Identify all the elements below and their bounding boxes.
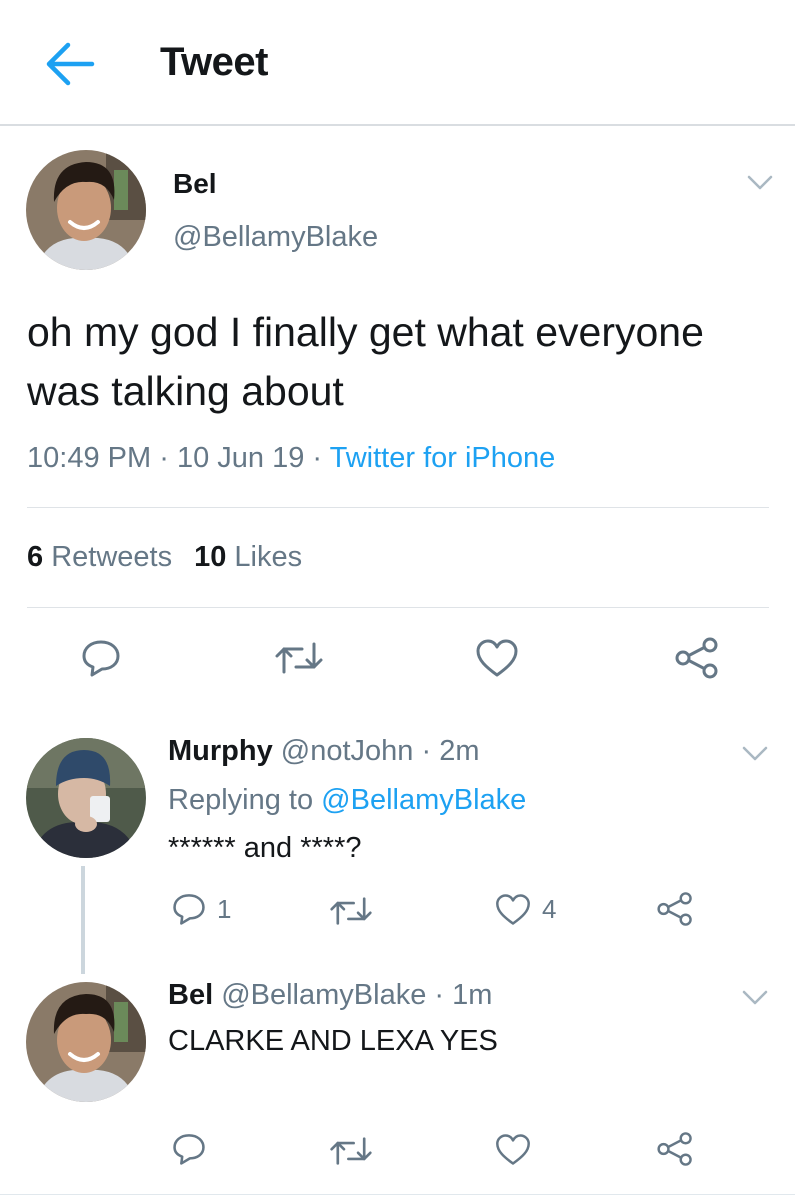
reply-menu-button[interactable]	[742, 990, 768, 1006]
replying-to: Replying to @BellamyBlake	[168, 784, 526, 817]
retweets-count: 6	[27, 541, 44, 573]
likes-count: 10	[194, 541, 227, 573]
share-icon	[657, 1132, 692, 1166]
like-button[interactable]	[494, 1132, 532, 1167]
reply-author-name[interactable]: Murphy	[168, 735, 273, 767]
retweet-button[interactable]	[274, 641, 324, 675]
avatar[interactable]	[26, 982, 146, 1102]
likes-label: Likes	[234, 541, 303, 573]
mention-link[interactable]: @BellamyBlake	[321, 784, 526, 816]
tweet-menu-button[interactable]	[747, 175, 773, 191]
reply-text: CLARKE AND LEXA YES	[168, 1025, 498, 1057]
separator: ·	[312, 442, 323, 474]
author-name[interactable]: Bel	[173, 168, 217, 200]
tweet-date: 10 Jun 19	[176, 442, 305, 474]
tweet-source-link[interactable]: Twitter for iPhone	[330, 442, 556, 474]
share-button[interactable]	[674, 636, 720, 680]
reply-text: ****** and ****?	[168, 832, 362, 864]
share-icon	[675, 637, 718, 679]
reply-button[interactable]: 1	[171, 892, 231, 926]
reply-header: Murphy @notJohn · 2m	[168, 735, 480, 768]
like-count: 4	[542, 894, 557, 924]
likes-stat[interactable]: 10 Likes	[194, 541, 302, 573]
reply-author-handle[interactable]: @notJohn	[281, 735, 414, 767]
page-title: Tweet	[160, 40, 268, 84]
speech-bubble-icon	[173, 1134, 205, 1165]
reply-time: 2m	[439, 735, 480, 767]
retweet-button[interactable]	[329, 896, 373, 926]
divider	[27, 507, 769, 508]
retweet-button[interactable]	[329, 1136, 373, 1166]
tweet-stats: 6 Retweets 10 Likes	[27, 541, 302, 574]
speech-bubble-icon	[173, 894, 205, 925]
heart-icon	[476, 639, 518, 677]
reply-menu-button[interactable]	[742, 746, 768, 762]
user-photo	[26, 150, 146, 270]
reply-button[interactable]	[171, 1132, 207, 1166]
tweet-meta: 10:49 PM · 10 Jun 19 · Twitter for iPhon…	[27, 442, 555, 475]
top-bar: Tweet	[0, 0, 795, 126]
back-button[interactable]	[44, 40, 96, 88]
share-icon	[657, 892, 692, 926]
heart-icon	[496, 894, 530, 925]
chevron-down-icon	[747, 175, 773, 190]
separator: ·	[434, 979, 445, 1011]
speech-bubble-icon	[82, 640, 120, 677]
divider	[0, 1194, 795, 1195]
chevron-down-icon	[742, 746, 768, 761]
like-button[interactable]	[474, 637, 520, 679]
separator: ·	[159, 442, 169, 474]
retweets-label: Retweets	[51, 541, 173, 573]
avatar[interactable]	[26, 150, 146, 270]
reply-author-name[interactable]: Bel	[168, 979, 213, 1011]
share-button[interactable]	[656, 1131, 694, 1167]
author-handle[interactable]: @BellamyBlake	[173, 221, 378, 254]
reply-count: 1	[217, 893, 232, 924]
user-photo	[26, 982, 146, 1102]
retweet-icon	[330, 1137, 372, 1165]
share-button[interactable]	[656, 891, 694, 927]
avatar[interactable]	[26, 738, 146, 858]
user-photo	[26, 738, 146, 858]
reply-header: Bel @BellamyBlake · 1m	[168, 979, 492, 1012]
reply-button[interactable]	[80, 638, 122, 678]
like-button[interactable]: 4	[494, 892, 556, 927]
divider	[27, 607, 769, 608]
retweet-icon	[275, 642, 323, 674]
tweet-text: oh my god I finally get what everyone wa…	[27, 309, 704, 414]
retweet-icon	[330, 897, 372, 925]
retweets-stat[interactable]: 6 Retweets	[27, 541, 172, 573]
arrow-left-icon	[46, 42, 95, 86]
heart-icon	[496, 1134, 530, 1165]
thread-connector	[81, 866, 85, 974]
separator: ·	[421, 735, 432, 767]
tweet-time: 10:49 PM	[27, 442, 152, 474]
reply-time: 1m	[452, 979, 493, 1011]
chevron-down-icon	[742, 990, 768, 1005]
reply-author-handle[interactable]: @BellamyBlake	[221, 979, 426, 1011]
replying-prefix: Replying to	[168, 784, 314, 816]
